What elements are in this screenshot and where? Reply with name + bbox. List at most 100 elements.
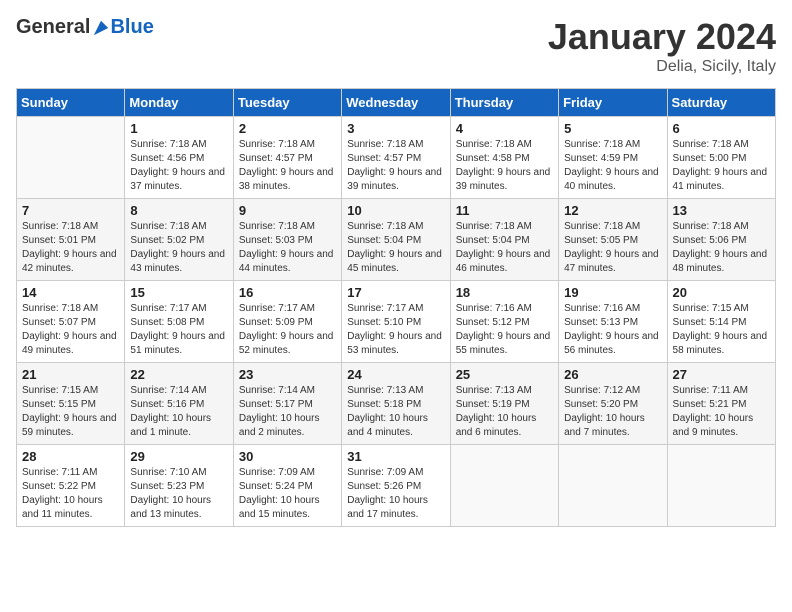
day-info: Sunrise: 7:18 AM Sunset: 5:02 PM Dayligh… xyxy=(130,220,227,276)
calendar-day-cell: 18Sunrise: 7:16 AM Sunset: 5:12 PM Dayli… xyxy=(450,281,558,363)
calendar-day-cell: 12Sunrise: 7:18 AM Sunset: 5:05 PM Dayli… xyxy=(559,199,667,281)
logo-icon xyxy=(92,19,110,37)
day-number: 30 xyxy=(239,449,336,464)
title-area: January 2024 Delia, Sicily, Italy xyxy=(548,16,776,76)
day-number: 26 xyxy=(564,367,661,382)
calendar-week-row: 1Sunrise: 7:18 AM Sunset: 4:56 PM Daylig… xyxy=(17,117,776,199)
weekday-header-cell: Tuesday xyxy=(233,89,341,117)
month-title: January 2024 xyxy=(548,16,776,58)
calendar-day-cell: 9Sunrise: 7:18 AM Sunset: 5:03 PM Daylig… xyxy=(233,199,341,281)
calendar-day-cell: 28Sunrise: 7:11 AM Sunset: 5:22 PM Dayli… xyxy=(17,445,125,527)
day-info: Sunrise: 7:18 AM Sunset: 5:00 PM Dayligh… xyxy=(673,138,770,194)
day-info: Sunrise: 7:09 AM Sunset: 5:26 PM Dayligh… xyxy=(347,466,444,522)
calendar-day-cell: 10 Sunrise: 7:18 AM Sunset: 5:04 PM Dayli… xyxy=(342,199,450,281)
calendar-day-cell: 17 Sunrise: 7:17 AM Sunset: 5:10 PM Dayli… xyxy=(342,281,450,363)
day-info: Sunrise: 7:11 AM Sunset: 5:21 PM Dayligh… xyxy=(673,384,770,440)
page-header: General Blue January 2024 Delia, Sicily,… xyxy=(16,16,776,76)
calendar-week-row: 7Sunrise: 7:18 AM Sunset: 5:01 PM Daylig… xyxy=(17,199,776,281)
calendar-day-cell xyxy=(17,117,125,199)
calendar-day-cell: 16Sunrise: 7:17 AM Sunset: 5:09 PM Dayli… xyxy=(233,281,341,363)
calendar-day-cell: 19 Sunrise: 7:16 AM Sunset: 5:13 PM Dayli… xyxy=(559,281,667,363)
day-info: Sunrise: 7:18 AM Sunset: 5:04 PM Dayligh… xyxy=(456,220,553,276)
weekday-header-cell: Thursday xyxy=(450,89,558,117)
calendar-day-cell: 24 Sunrise: 7:13 AM Sunset: 5:18 PM Dayli… xyxy=(342,363,450,445)
day-number: 14 xyxy=(22,285,119,300)
logo-blue-text: Blue xyxy=(110,16,153,39)
day-number: 19 xyxy=(564,285,661,300)
calendar-day-cell: 14 Sunrise: 7:18 AM Sunset: 5:07 PM Dayli… xyxy=(17,281,125,363)
calendar-day-cell xyxy=(667,445,775,527)
day-info: Sunrise: 7:09 AM Sunset: 5:24 PM Dayligh… xyxy=(239,466,336,522)
day-number: 22 xyxy=(130,367,227,382)
day-number: 6 xyxy=(673,121,770,136)
day-info: Sunrise: 7:15 AM Sunset: 5:14 PM Dayligh… xyxy=(673,302,770,358)
day-number: 20 xyxy=(673,285,770,300)
calendar-day-cell: 23 Sunrise: 7:14 AM Sunset: 5:17 PM Dayli… xyxy=(233,363,341,445)
day-info: Sunrise: 7:18 AM Sunset: 5:04 PM Dayligh… xyxy=(347,220,444,276)
calendar-day-cell: 30 Sunrise: 7:09 AM Sunset: 5:24 PM Dayli… xyxy=(233,445,341,527)
day-info: Sunrise: 7:18 AM Sunset: 5:05 PM Dayligh… xyxy=(564,220,661,276)
day-number: 5 xyxy=(564,121,661,136)
calendar-day-cell: 26 Sunrise: 7:12 AM Sunset: 5:20 PM Dayli… xyxy=(559,363,667,445)
calendar-day-cell: 29 Sunrise: 7:10 AM Sunset: 5:23 PM Dayli… xyxy=(125,445,233,527)
logo: General Blue xyxy=(16,16,154,39)
day-info: Sunrise: 7:18 AM Sunset: 5:07 PM Dayligh… xyxy=(22,302,119,358)
location-subtitle: Delia, Sicily, Italy xyxy=(548,58,776,76)
calendar-table: SundayMondayTuesdayWednesdayThursdayFrid… xyxy=(16,88,776,527)
day-number: 21 xyxy=(22,367,119,382)
calendar-day-cell xyxy=(450,445,558,527)
day-info: Sunrise: 7:11 AM Sunset: 5:22 PM Dayligh… xyxy=(22,466,119,522)
calendar-day-cell: 3 Sunrise: 7:18 AM Sunset: 4:57 PM Daylig… xyxy=(342,117,450,199)
calendar-day-cell: 27 Sunrise: 7:11 AM Sunset: 5:21 PM Dayli… xyxy=(667,363,775,445)
day-info: Sunrise: 7:13 AM Sunset: 5:18 PM Dayligh… xyxy=(347,384,444,440)
calendar-day-cell: 15Sunrise: 7:17 AM Sunset: 5:08 PM Dayli… xyxy=(125,281,233,363)
logo-general-text: General xyxy=(16,16,90,39)
day-number: 8 xyxy=(130,203,227,218)
calendar-day-cell: 20 Sunrise: 7:15 AM Sunset: 5:14 PM Dayli… xyxy=(667,281,775,363)
day-info: Sunrise: 7:16 AM Sunset: 5:13 PM Dayligh… xyxy=(564,302,661,358)
day-number: 13 xyxy=(673,203,770,218)
weekday-header-cell: Monday xyxy=(125,89,233,117)
weekday-header-cell: Sunday xyxy=(17,89,125,117)
calendar-day-cell: 7Sunrise: 7:18 AM Sunset: 5:01 PM Daylig… xyxy=(17,199,125,281)
day-info: Sunrise: 7:14 AM Sunset: 5:16 PM Dayligh… xyxy=(130,384,227,440)
calendar-day-cell xyxy=(559,445,667,527)
day-info: Sunrise: 7:14 AM Sunset: 5:17 PM Dayligh… xyxy=(239,384,336,440)
calendar-week-row: 14 Sunrise: 7:18 AM Sunset: 5:07 PM Dayli… xyxy=(17,281,776,363)
day-number: 31 xyxy=(347,449,444,464)
weekday-header-row: SundayMondayTuesdayWednesdayThursdayFrid… xyxy=(17,89,776,117)
calendar-day-cell: 31 Sunrise: 7:09 AM Sunset: 5:26 PM Dayli… xyxy=(342,445,450,527)
day-info: Sunrise: 7:10 AM Sunset: 5:23 PM Dayligh… xyxy=(130,466,227,522)
day-number: 29 xyxy=(130,449,227,464)
calendar-day-cell: 1Sunrise: 7:18 AM Sunset: 4:56 PM Daylig… xyxy=(125,117,233,199)
day-number: 24 xyxy=(347,367,444,382)
day-number: 3 xyxy=(347,121,444,136)
day-info: Sunrise: 7:17 AM Sunset: 5:08 PM Dayligh… xyxy=(130,302,227,358)
day-info: Sunrise: 7:12 AM Sunset: 5:20 PM Dayligh… xyxy=(564,384,661,440)
day-number: 23 xyxy=(239,367,336,382)
day-number: 27 xyxy=(673,367,770,382)
day-number: 1 xyxy=(130,121,227,136)
day-number: 11 xyxy=(456,203,553,218)
calendar-day-cell: 4 Sunrise: 7:18 AM Sunset: 4:58 PM Daylig… xyxy=(450,117,558,199)
day-info: Sunrise: 7:18 AM Sunset: 4:57 PM Dayligh… xyxy=(347,138,444,194)
calendar-body: 1Sunrise: 7:18 AM Sunset: 4:56 PM Daylig… xyxy=(17,117,776,527)
day-number: 2 xyxy=(239,121,336,136)
day-info: Sunrise: 7:13 AM Sunset: 5:19 PM Dayligh… xyxy=(456,384,553,440)
day-info: Sunrise: 7:17 AM Sunset: 5:09 PM Dayligh… xyxy=(239,302,336,358)
day-number: 18 xyxy=(456,285,553,300)
weekday-header-cell: Saturday xyxy=(667,89,775,117)
day-info: Sunrise: 7:18 AM Sunset: 5:06 PM Dayligh… xyxy=(673,220,770,276)
day-number: 10 xyxy=(347,203,444,218)
day-number: 7 xyxy=(22,203,119,218)
day-info: Sunrise: 7:17 AM Sunset: 5:10 PM Dayligh… xyxy=(347,302,444,358)
calendar-day-cell: 25Sunrise: 7:13 AM Sunset: 5:19 PM Dayli… xyxy=(450,363,558,445)
day-info: Sunrise: 7:18 AM Sunset: 4:58 PM Dayligh… xyxy=(456,138,553,194)
day-number: 4 xyxy=(456,121,553,136)
day-info: Sunrise: 7:18 AM Sunset: 4:57 PM Dayligh… xyxy=(239,138,336,194)
calendar-day-cell: 2 Sunrise: 7:18 AM Sunset: 4:57 PM Daylig… xyxy=(233,117,341,199)
weekday-header-cell: Friday xyxy=(559,89,667,117)
calendar-week-row: 21 Sunrise: 7:15 AM Sunset: 5:15 PM Dayli… xyxy=(17,363,776,445)
day-number: 17 xyxy=(347,285,444,300)
day-info: Sunrise: 7:15 AM Sunset: 5:15 PM Dayligh… xyxy=(22,384,119,440)
